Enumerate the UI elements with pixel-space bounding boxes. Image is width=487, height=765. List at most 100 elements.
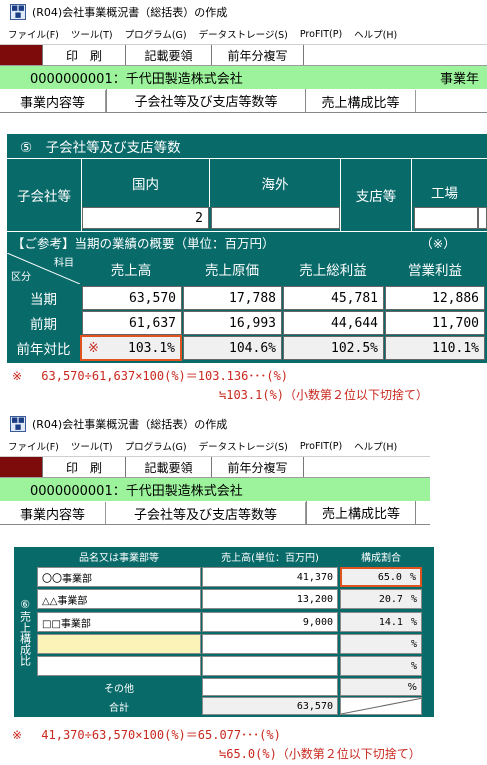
col-gross: 売上総利益: [299, 263, 367, 279]
section-title: ⑤ 子会社等及び支店等数: [20, 140, 181, 156]
company-bar: 0000000001：千代田製造株式会社 事業年: [0, 66, 487, 89]
col-cost: 売上原価: [205, 263, 259, 279]
col-operating: 営業利益: [408, 263, 462, 279]
side-label-text: ⑥売上構成比: [18, 598, 32, 666]
tab-bar: 事業内容等 子会社等及び支店等数等 売上構成比等: [0, 500, 430, 525]
guide-button[interactable]: 記載要領: [126, 45, 212, 65]
other-sales-input[interactable]: [202, 678, 338, 696]
menu-bar: ファイル(F) ツール(T) プログラム(G) データストレージ(S) ProF…: [0, 24, 487, 44]
reference-title: 【ご参考】当期の業績の概要（単位：百万円）: [12, 235, 275, 251]
row-sales-input[interactable]: 13,200: [202, 589, 338, 609]
print-button[interactable]: 印 刷: [42, 457, 126, 477]
branch-label: 支店等: [355, 189, 397, 205]
row-pct: %: [410, 593, 417, 605]
menu-tools[interactable]: ツール(T): [71, 27, 113, 41]
row-name-input[interactable]: [37, 656, 201, 676]
menu-file[interactable]: ファイル(F): [8, 27, 59, 41]
menu-bar: ファイル(F) ツール(T) プログラム(G) データストレージ(S) ProF…: [0, 436, 430, 456]
tab-subsidiaries[interactable]: 子会社等及び支店等数等: [106, 502, 306, 524]
fiscal-year-label: 事業年: [440, 72, 480, 87]
other-label: その他: [104, 683, 134, 695]
row-current-label: 当期: [30, 292, 57, 308]
title-bar: ■■ ■ (R04)会社事業概況書（総括表）の作成: [0, 412, 430, 436]
row-sales-input[interactable]: 41,370: [202, 567, 338, 587]
menu-help[interactable]: ヘルプ(H): [354, 439, 397, 453]
row-ratio-label: 前年対比: [16, 342, 71, 358]
current-cost-input[interactable]: 17,788: [183, 286, 282, 310]
row-name-input[interactable]: 〇〇事業部: [37, 567, 201, 587]
tab-subsidiaries[interactable]: 子会社等及び支店等数等: [106, 88, 306, 112]
app-icon: ■■ ■: [10, 4, 26, 20]
row-name-input[interactable]: □□事業部: [37, 612, 201, 632]
row-ratio-value: %: [340, 656, 422, 676]
menu-program[interactable]: プログラム(G): [125, 27, 187, 41]
row-ratio-value: 65.0%: [340, 567, 422, 587]
previous-cost-input[interactable]: 16,993: [183, 311, 282, 335]
divider: [7, 158, 487, 159]
row-ratio-text: 14.1: [378, 616, 403, 628]
reference-mark: （※）: [420, 235, 456, 251]
copy-previous-button[interactable]: 前年分複写: [212, 45, 304, 65]
row-pct: %: [410, 638, 417, 650]
guide-button[interactable]: 記載要領: [126, 457, 212, 477]
ratio-cost-value: 104.6%: [183, 336, 282, 360]
menu-datastorage[interactable]: データストレージ(S): [199, 27, 288, 41]
side-label: ⑥売上構成比: [14, 547, 36, 717]
toolbar: 印 刷 記載要領 前年分複写: [0, 456, 430, 478]
row-pct: %: [409, 571, 416, 583]
menu-program[interactable]: プログラム(G): [125, 439, 187, 453]
overseas-label: 海外: [261, 177, 289, 193]
row-ratio-value: 14.1%: [340, 612, 422, 632]
company-name: 0000000001：千代田製造株式会社: [30, 484, 243, 499]
tab-business[interactable]: 事業内容等: [0, 90, 106, 112]
row-sales-input[interactable]: [202, 634, 338, 654]
domestic-count-input[interactable]: 2: [82, 207, 209, 229]
tab-sales-ratio[interactable]: 売上構成比等: [306, 500, 416, 524]
total-label: 合計: [109, 702, 129, 714]
tab-business[interactable]: 事業内容等: [0, 502, 106, 524]
row-sales-input[interactable]: 9,000: [202, 612, 338, 632]
tab-sales-ratio[interactable]: 売上構成比等: [306, 90, 416, 112]
menu-tools[interactable]: ツール(T): [71, 439, 113, 453]
app-icon: ■■ ■: [10, 416, 26, 432]
total-value: 63,570: [202, 697, 338, 715]
current-operating-input[interactable]: 12,886: [385, 286, 485, 310]
header-ratio: 構成割合: [361, 553, 401, 564]
overseas-count-input[interactable]: [211, 207, 340, 229]
previous-gross-input[interactable]: 44,644: [283, 311, 384, 335]
row-name-input[interactable]: △△事業部: [37, 589, 201, 609]
menu-profit[interactable]: ProFIT(P): [300, 441, 342, 452]
toolbar-color-block: [0, 457, 42, 477]
row-ratio-text: 20.7: [378, 593, 403, 605]
total-ratio-slash: [340, 697, 422, 715]
note2-line2: ≒65.0(%)（小数第２位以下切捨て）: [219, 747, 421, 761]
ratio-operating-value: 110.1%: [385, 336, 485, 360]
row-previous-label: 前期: [30, 317, 57, 333]
ratio-sales-text: 103.1%: [128, 340, 175, 356]
menu-profit[interactable]: ProFIT(P): [300, 29, 342, 40]
menu-datastorage[interactable]: データストレージ(S): [199, 439, 288, 453]
previous-sales-input[interactable]: 61,637: [82, 311, 182, 335]
print-button[interactable]: 印 刷: [42, 45, 126, 65]
corner-cell: 科目 区分: [7, 253, 80, 284]
current-gross-input[interactable]: 45,781: [283, 286, 384, 310]
copy-previous-button[interactable]: 前年分複写: [212, 457, 304, 477]
row-ratio-text: 65.0: [377, 571, 402, 583]
header-name: 品名又は事業部等: [79, 553, 159, 564]
row-name-input[interactable]: [37, 634, 201, 654]
factory-count-input[interactable]: [414, 207, 478, 229]
company-name: 0000000001：千代田製造株式会社: [30, 72, 243, 87]
factory-count-input-2[interactable]: [478, 207, 487, 229]
row-sales-input[interactable]: [202, 656, 338, 676]
menu-file[interactable]: ファイル(F): [8, 439, 59, 453]
previous-operating-input[interactable]: 11,700: [385, 311, 485, 335]
slash-icon: [341, 697, 421, 715]
note1-line2: ≒103.1(%)（小数第２位以下切捨て）: [219, 388, 429, 402]
col-sales: 売上高: [110, 263, 152, 279]
row-pct: %: [410, 616, 417, 628]
menu-help[interactable]: ヘルプ(H): [354, 27, 397, 41]
window-title: (R04)会社事業概況書（総括表）の作成: [32, 418, 228, 431]
current-sales-input[interactable]: 63,570: [82, 286, 182, 310]
company-bar: 0000000001：千代田製造株式会社: [0, 478, 430, 501]
subsidiaries-label: 子会社等: [17, 189, 71, 205]
